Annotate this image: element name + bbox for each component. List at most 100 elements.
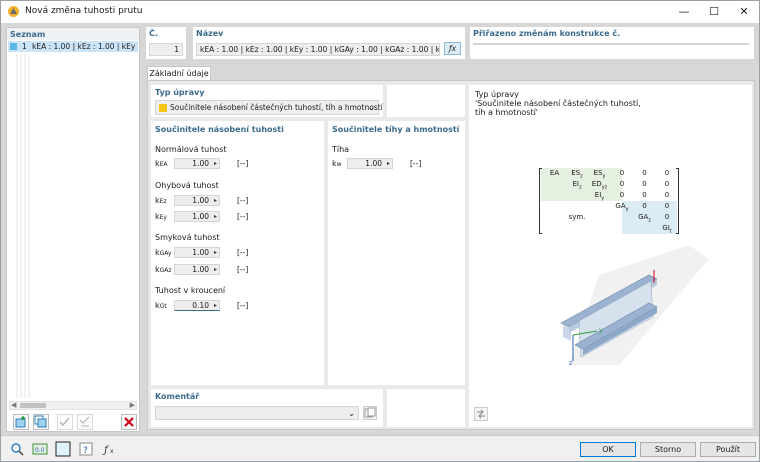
uncheck-all-icon[interactable] (77, 414, 93, 430)
matrix-cell: GIt (662, 224, 672, 235)
bending-stiffness-title: Ohybová tuhost (155, 181, 219, 190)
chevron-down-icon: ⌄ (368, 103, 375, 112)
bottom-bar: 0.0 ? ƒx OK Storno Použít (1, 435, 759, 461)
assigned-field[interactable] (473, 43, 749, 45)
matrix-cell: 0 (664, 169, 670, 177)
maximize-button[interactable]: ☐ (699, 1, 729, 23)
comment-input[interactable]: ⌄ (155, 406, 359, 420)
units-icon[interactable]: 0.0 (32, 441, 50, 457)
kEz-input[interactable]: 1.00 ▸ (174, 195, 220, 206)
kGAy-label: kGAy (155, 248, 172, 257)
close-button[interactable]: ✕ (729, 1, 759, 23)
kEz-unit: [--] (237, 196, 249, 205)
type-color-icon (159, 104, 167, 112)
scroll-left-icon[interactable]: ◀ (11, 401, 16, 409)
horizontal-scrollbar[interactable]: ◀ ▶ (9, 401, 137, 410)
stepper-icon: ▸ (213, 249, 217, 256)
cancel-button[interactable]: Storno (640, 442, 696, 457)
copy-item-icon[interactable] (33, 414, 49, 430)
svg-text:x: x (110, 448, 114, 455)
kGt-input[interactable]: 0.10 ▸ (174, 300, 220, 311)
matrix-cell: 0 (664, 191, 670, 199)
kGt-unit: [--] (237, 301, 249, 310)
info-line-3: tíh a hmotností' (475, 108, 539, 117)
type-select-value: Součinitele násobení částečných tuhostí,… (170, 103, 383, 112)
name-box: Název kEA : 1.00 | kEz : 1.00 | kEy : 1.… (193, 27, 465, 59)
stiffness-matrix: EA ESz ESy 0 0 0 EIz EDyz 0 0 0 EIy 0 0 0 GAy 0 0 sym. GAz 0… (539, 168, 679, 234)
app-icon (8, 6, 19, 17)
svg-text:?: ? (83, 446, 88, 456)
comment-library-icon[interactable] (363, 406, 377, 420)
ok-button[interactable]: OK (580, 442, 636, 457)
function-button[interactable]: ƒx (444, 42, 461, 55)
comment-section: Komentář ⌄ (151, 389, 383, 427)
scroll-thumb[interactable] (20, 403, 46, 408)
type-title: Typ úpravy (155, 88, 205, 97)
kGAy-input[interactable]: 1.00 ▸ (174, 247, 220, 258)
list-header: Seznam (7, 28, 139, 40)
search-icon[interactable] (9, 441, 27, 457)
kGt-label: kGt (155, 301, 167, 310)
stepper-icon: ▸ (213, 266, 217, 273)
kGAy-unit: [--] (237, 248, 249, 257)
assigned-box: Přiřazeno změnám konstrukce č. (470, 27, 754, 59)
kEy-input[interactable]: 1.00 ▸ (174, 211, 220, 222)
kEA-unit: [--] (237, 159, 249, 168)
assigned-label: Přiřazeno změnám konstrukce č. (473, 29, 621, 38)
kGAz-input[interactable]: 1.00 ▸ (174, 264, 220, 275)
name-label: Název (196, 29, 224, 38)
new-item-icon[interactable] (13, 414, 29, 430)
kw-label: kw (332, 159, 342, 168)
scroll-right-icon[interactable]: ▶ (130, 401, 135, 409)
type-section: Typ úpravy Součinitele násobení částečný… (151, 85, 383, 117)
number-field[interactable]: 1 (149, 43, 183, 56)
comment-title: Komentář (155, 392, 200, 401)
tab-basic-data[interactable]: Základní údaje (147, 66, 211, 80)
dialog-window: Nová změna tuhosti prutu — ☐ ✕ Seznam 1 … (0, 0, 760, 462)
matrix-cell: sym. (568, 213, 586, 221)
minimize-button[interactable]: — (669, 1, 699, 23)
list-panel: Seznam 1 kEA : 1.00 | kEz : 1.00 | kEy :… (6, 27, 140, 432)
stepper-icon: ▸ (213, 160, 217, 167)
z-axis-label: z (569, 360, 572, 365)
number-label: Č. (149, 29, 158, 38)
normal-stiffness-title: Normálová tuhost (155, 145, 227, 154)
shear-stiffness-title: Smyková tuhost (155, 233, 220, 242)
type-select[interactable]: Součinitele násobení částečných tuhostí,… (155, 100, 383, 115)
title-bar: Nová změna tuhosti prutu — ☐ ✕ (1, 1, 759, 23)
info-panel: Typ úpravy 'Součinitele násobení částečn… (469, 85, 752, 427)
matrix-cell: 0 (664, 202, 670, 210)
weight-group-title: Tíha (332, 145, 350, 154)
number-box: Č. 1 (146, 27, 186, 59)
svg-text:0.0: 0.0 (35, 447, 45, 454)
beam-illustration: z y (560, 245, 709, 365)
stepper-icon: ▸ (213, 197, 217, 204)
comment-extra-box (387, 389, 465, 427)
kEA-input[interactable]: 1.00 ▸ (174, 158, 220, 169)
name-field[interactable]: kEA : 1.00 | kEz : 1.00 | kEy : 1.00 | k… (196, 43, 440, 56)
help-icon[interactable]: ? (78, 441, 96, 457)
torsion-stiffness-title: Tuhost v kroucení (155, 286, 226, 295)
info-line-1: Typ úpravy (475, 90, 519, 99)
check-all-icon[interactable] (57, 414, 73, 430)
list-grid-lines (16, 54, 30, 398)
kw-unit: [--] (410, 159, 422, 168)
stepper-icon: ▸ (213, 213, 217, 220)
tab-content: Typ úpravy Součinitele násobení částečný… (147, 80, 755, 430)
kEy-unit: [--] (237, 212, 249, 221)
list-item[interactable]: 1 kEA : 1.00 | kEz : 1.00 | kEy : 1.00 (8, 41, 138, 52)
stiffness-title: Součinitele násobení tuhosti (155, 125, 284, 134)
kw-input[interactable]: 1.00 ▸ (347, 158, 393, 169)
kGAz-unit: [--] (237, 265, 249, 274)
window-title: Nová změna tuhosti prutu (25, 6, 143, 16)
info-line-2: 'Součinitele násobení částečných tuhostí… (475, 99, 641, 108)
delete-icon[interactable] (121, 414, 137, 430)
list-item-number: 1 (22, 42, 27, 51)
kGAz-label: kGAz (155, 265, 172, 274)
apply-button[interactable]: Použít (700, 442, 756, 457)
kEA-label: kEA (155, 159, 168, 168)
color-swatch-icon[interactable] (55, 441, 73, 457)
dialog-body: Seznam 1 kEA : 1.00 | kEz : 1.00 | kEy :… (1, 23, 759, 435)
function-icon[interactable]: ƒx (101, 441, 119, 457)
sync-icon[interactable] (474, 407, 488, 421)
